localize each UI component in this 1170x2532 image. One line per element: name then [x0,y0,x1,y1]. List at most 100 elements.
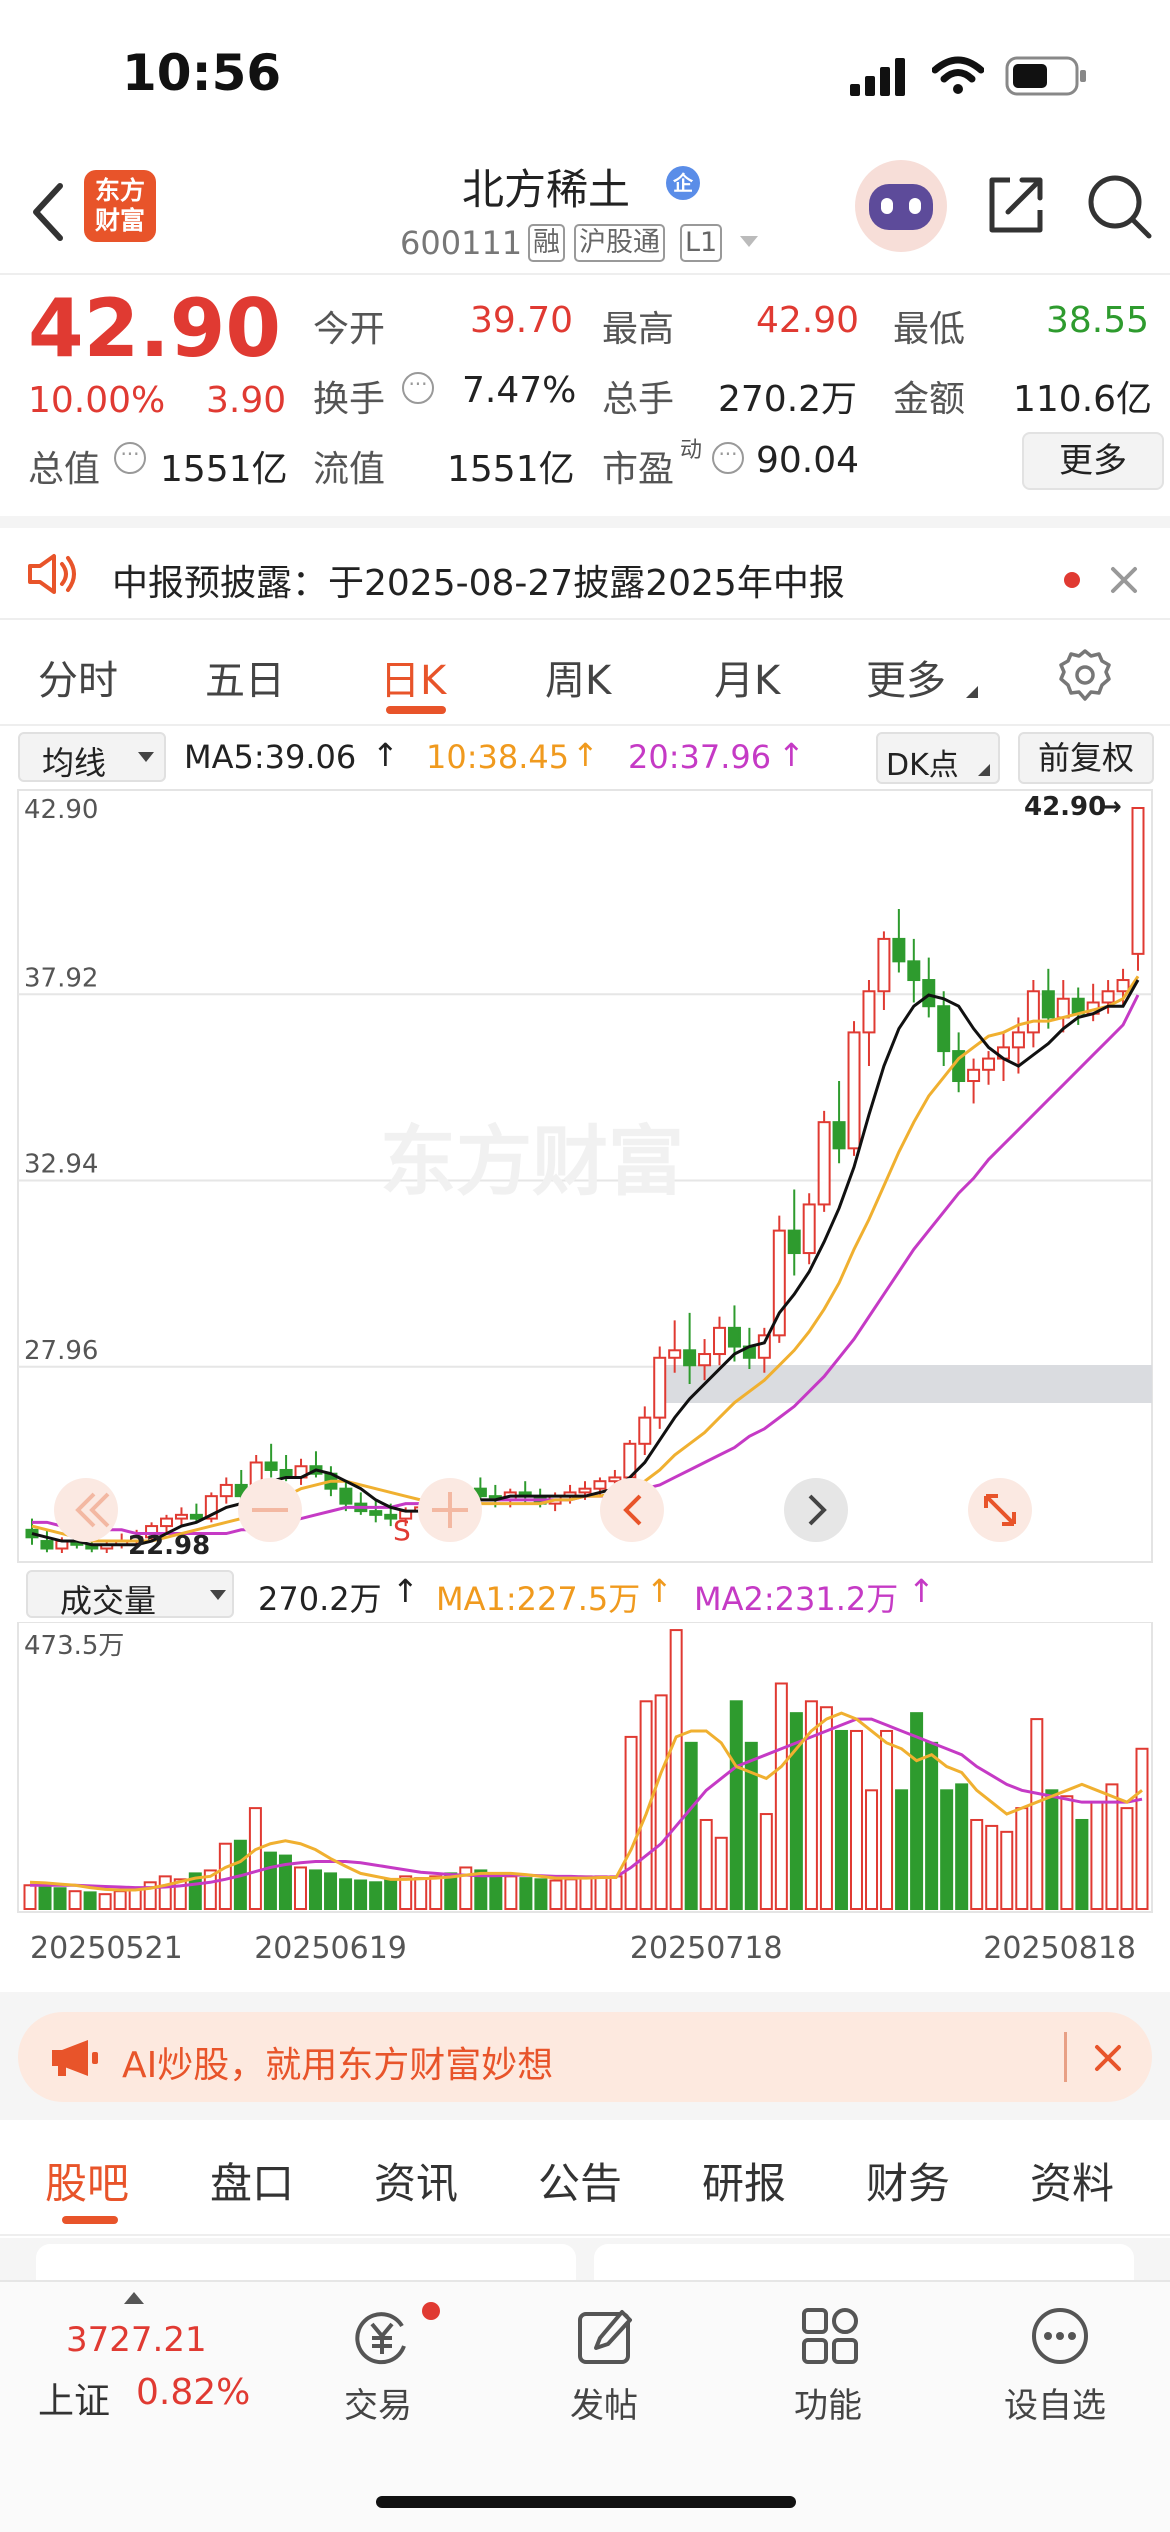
volume-bar [834,1729,848,1910]
nav-trade[interactable]: 交易 [330,2302,440,2432]
notice-text: 中报预披露：于2025-08-27披露2025年中报 [112,563,845,604]
tab-order-book[interactable]: 盘口 [210,2150,294,2211]
volume-bar [819,1706,833,1910]
index-name[interactable]: 上证 [38,2372,110,2424]
y-tick-label: 27.96 [24,1336,98,1366]
vol-ma2-up-icon: ↑ [908,1572,935,1610]
close-icon[interactable] [1110,566,1138,594]
candle-body [189,1513,203,1520]
ai-avatar[interactable] [855,160,947,252]
volume-bar [504,1875,518,1910]
candle-body [1131,807,1145,955]
candle-body [817,1121,831,1206]
close-icon[interactable] [1094,2044,1122,2072]
ad-banner[interactable]: AI炒股，就用东方财富妙想 [18,2012,1152,2102]
candle-body [219,1483,233,1498]
total-mv-label: 总值 [28,449,101,490]
candle-body [802,1203,816,1255]
index-change[interactable]: 0.82% [136,2372,250,2413]
nav-custom[interactable]: 设自选 [994,2302,1124,2432]
ma-lines [31,975,1140,1547]
vol-ma1-label: MA1:227.5万 [436,1580,641,1618]
wifi-icon [932,56,984,94]
sell-marker: S [393,1514,411,1547]
tab-forum[interactable]: 股吧 [45,2150,129,2211]
volume-bar [865,1789,879,1911]
status-time: 10:56 [122,44,282,102]
status-bar: 10:56 [0,0,1170,150]
tab-announcements[interactable]: 公告 [538,2150,622,2211]
kline-chart[interactable]: 42.9037.9232.9427.96 东方财富 42.90 → 22.98 … [0,788,1170,1568]
volume-bar [399,1875,413,1910]
tab-underline [386,706,446,714]
candle-body [578,1487,592,1494]
header: 东方财富 北方稀土 企 600111 融 沪股通 L1 [0,150,1170,275]
tag-margin: 融 [528,224,565,262]
adjust-button[interactable]: 前复权 [1018,732,1154,784]
float-mv-label: 流值 [313,449,386,490]
tab-five-day[interactable]: 五日 [205,648,285,706]
volume-chart[interactable]: 473.5万 20250521 20250619 20250718 20250818 [0,1622,1170,1992]
tab-news[interactable]: 资讯 [374,2150,458,2211]
dropdown-icon[interactable] [738,234,760,250]
share-icon[interactable] [984,172,1048,236]
tab-research[interactable]: 研报 [702,2150,786,2211]
min-price-label: 22.98 [128,1531,210,1561]
tab-finance[interactable]: 财务 [866,2150,950,2211]
volume-bar [774,1682,788,1911]
card-right[interactable] [594,2244,1134,2280]
ma10-up-icon: ↑ [572,736,599,774]
tab-profile[interactable]: 资料 [1030,2150,1114,2211]
candle-body [40,1540,54,1550]
pe-label: 市盈 [602,449,675,490]
volume-bar [1120,1807,1134,1910]
expand-icon [418,1478,482,1542]
candle-body [653,1356,667,1419]
nav-post[interactable]: 发帖 [556,2302,656,2432]
search-icon[interactable] [1085,172,1155,242]
back-icon[interactable] [28,182,68,242]
ad-text: AI炒股，就用东方财富妙想 [122,2045,554,2086]
volume-bar [759,1813,773,1910]
content-tabs: 股吧 盘口 资讯 公告 研报 财务 资料 [0,2120,1170,2236]
candle-body [668,1349,682,1359]
chevron-down-icon [138,752,154,762]
indicator-dropdown-label: 均线 [42,744,107,782]
high-value: 42.90 [756,300,860,341]
date-labels: 20250521 20250619 20250718 20250818 [30,1931,1136,1966]
volume-bar [880,1729,894,1910]
candle-body [847,1031,861,1150]
card-left[interactable] [36,2244,576,2280]
volume-bar [293,1866,307,1910]
volume-dropdown[interactable]: 成交量 [26,1570,234,1620]
volume-bar [1030,1718,1044,1911]
pe-info-icon[interactable]: ··· [712,442,744,474]
more-button[interactable]: 更多 [1022,432,1164,490]
ad-section: AI炒股，就用东方财富妙想 [0,1992,1170,2120]
tab-intraday[interactable]: 分时 [38,648,118,706]
candle-body [160,1517,174,1528]
candle-body [907,960,921,982]
notice-bar[interactable]: 中报预披露：于2025-08-27披露2025年中报 [0,516,1170,620]
turnover-info-icon[interactable]: ··· [402,372,434,404]
nav-functions[interactable]: 功能 [780,2302,880,2432]
content-peek [0,2238,1170,2280]
indicator-dropdown[interactable]: 均线 [18,732,166,782]
tab-monthly-k[interactable]: 月K [714,648,780,706]
volume-bar [1090,1801,1104,1910]
volume-bar [519,1877,533,1910]
tab-more[interactable]: 更多 [866,648,946,706]
volume-bar [128,1889,142,1910]
index-value[interactable]: 3727.21 [66,2320,207,2360]
total-mv-info-icon[interactable]: ··· [114,442,146,474]
candle-body [892,937,906,963]
candle-body [832,1121,846,1150]
candle-body [787,1229,801,1255]
candle-body [683,1349,697,1367]
tab-daily-k[interactable]: 日K [380,648,446,706]
volume-bar [910,1712,924,1910]
notice-dot [1064,572,1080,588]
tab-weekly-k[interactable]: 周K [545,648,611,706]
collapse-arrow-icon[interactable] [124,2292,144,2304]
settings-gear-icon[interactable] [1058,648,1112,702]
